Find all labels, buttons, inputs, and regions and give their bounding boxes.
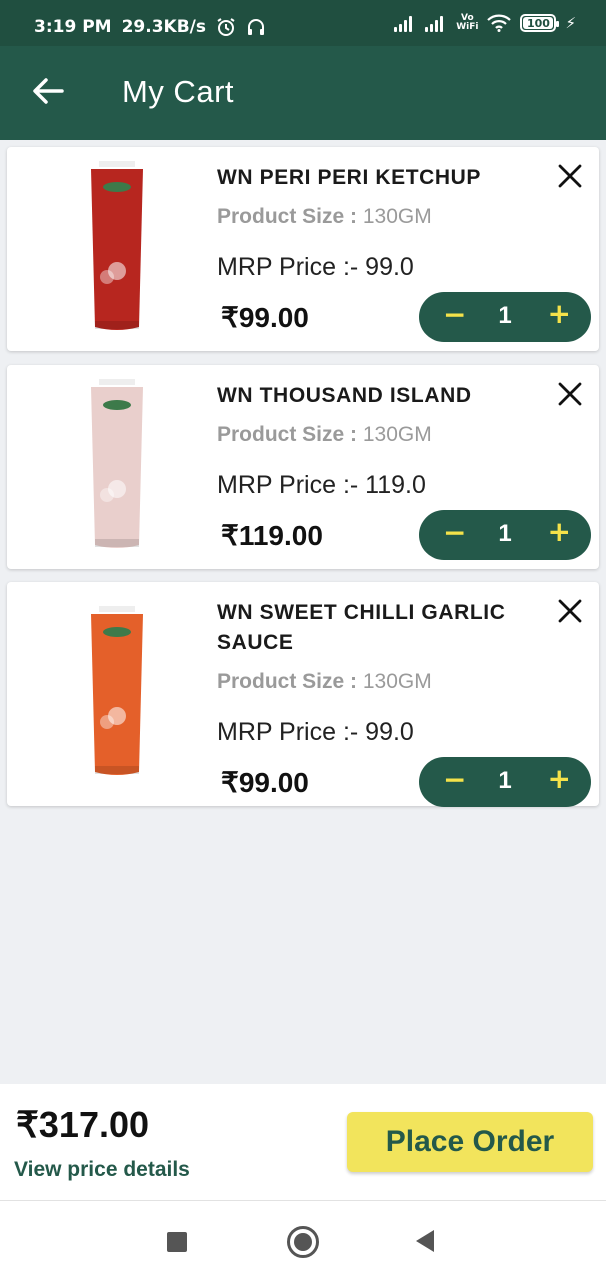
quantity-stepper: − 1 + xyxy=(419,510,591,560)
checkout-bar: ₹317.00 View price details Place Order xyxy=(0,1084,606,1200)
alarm-icon xyxy=(217,18,235,36)
quantity-stepper: − 1 + xyxy=(419,757,591,807)
product-name: WN THOUSAND ISLAND xyxy=(217,384,472,407)
product-image xyxy=(91,161,143,330)
cart-total: ₹317.00 xyxy=(16,1104,150,1145)
place-order-button[interactable]: Place Order xyxy=(347,1112,593,1172)
signal-icon xyxy=(425,14,447,32)
cart-item-card: WN PERI PERI KETCHUP Product Size : 130G… xyxy=(7,147,599,351)
product-size-value: 130GM xyxy=(362,423,432,446)
signal-icon xyxy=(394,14,416,32)
status-time: 3:19 PM xyxy=(34,17,112,37)
wifi-icon xyxy=(487,14,512,32)
product-size-label: Product Size : xyxy=(217,670,358,693)
battery-icon: 100 xyxy=(520,14,560,32)
vowifi-indicator: Vo WiFi xyxy=(456,13,479,32)
close-icon[interactable] xyxy=(557,163,583,189)
item-price: ₹99.00 xyxy=(221,302,309,333)
mrp-price: MRP Price :- 99.0 xyxy=(217,253,414,281)
product-size: Product Size : 130GM xyxy=(217,423,432,447)
product-size-label: Product Size : xyxy=(217,423,358,446)
system-nav-bar xyxy=(0,1200,606,1280)
cart-item-card: WN THOUSAND ISLAND Product Size : 130GM … xyxy=(7,365,599,569)
battery-level: 100 xyxy=(526,16,550,30)
back-triangle-icon[interactable] xyxy=(416,1230,434,1252)
recents-icon[interactable] xyxy=(167,1232,187,1252)
product-name: WN PERI PERI KETCHUP xyxy=(217,166,482,189)
quantity-stepper: − 1 + xyxy=(419,292,591,342)
product-size-value: 130GM xyxy=(362,205,432,228)
headphones-icon xyxy=(248,19,264,35)
product-size: Product Size : 130GM xyxy=(217,205,432,229)
app-bar: My Cart xyxy=(0,46,606,140)
page-title: My Cart xyxy=(122,74,234,109)
status-net-speed: 29.3KB/s xyxy=(121,17,206,37)
item-price: ₹99.00 xyxy=(221,767,309,798)
increase-quantity-button[interactable]: + xyxy=(548,515,571,548)
product-name: WN SWEET CHILLI GARLIC SAUCE xyxy=(217,601,506,654)
mrp-price: MRP Price :- 99.0 xyxy=(217,718,414,746)
charging-icon: ⚡ xyxy=(565,14,576,32)
close-icon[interactable] xyxy=(557,598,583,624)
arrow-left-icon[interactable] xyxy=(30,73,66,109)
increase-quantity-button[interactable]: + xyxy=(548,762,571,795)
view-price-details-link[interactable]: View price details xyxy=(14,1158,190,1182)
product-image xyxy=(91,606,143,775)
increase-quantity-button[interactable]: + xyxy=(548,297,571,330)
product-size-value: 130GM xyxy=(362,670,432,693)
mrp-price: MRP Price :- 119.0 xyxy=(217,471,426,499)
close-icon[interactable] xyxy=(557,381,583,407)
cart-item-card: WN SWEET CHILLI GARLIC SAUCE Product Siz… xyxy=(7,582,599,807)
product-size-label: Product Size : xyxy=(217,205,358,228)
status-bar: 3:19 PM 29.3KB/s Vo WiFi 100 ⚡ xyxy=(0,0,606,46)
item-price: ₹119.00 xyxy=(221,520,323,551)
product-size: Product Size : 130GM xyxy=(217,670,432,694)
home-icon[interactable] xyxy=(287,1226,319,1258)
product-image xyxy=(91,379,143,548)
